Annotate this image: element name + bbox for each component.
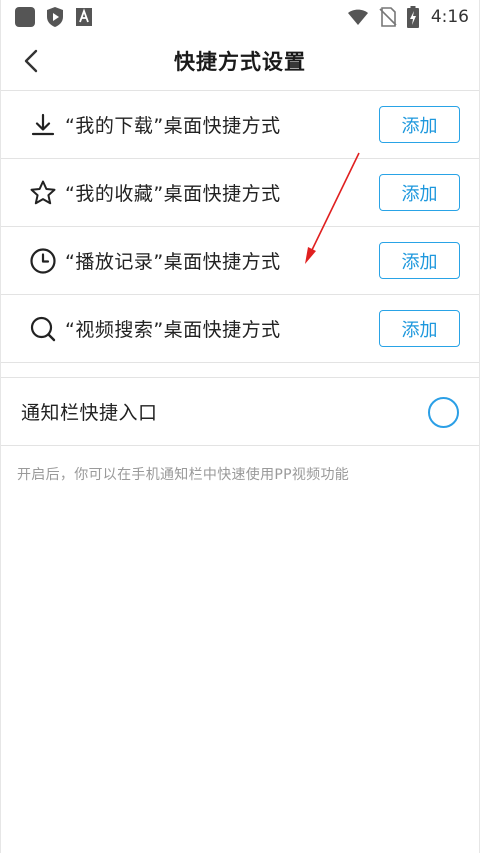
toolbar: 快捷方式设置: [1, 34, 479, 88]
a-box-icon: [76, 8, 92, 26]
shortcut-row-downloads: “我的下载”桌面快捷方式 添加: [1, 91, 479, 158]
status-right: 4:16: [347, 6, 469, 28]
notification-hint: 开启后，你可以在手机通知栏中快速使用PP视频功能: [17, 467, 350, 483]
add-history-shortcut-button[interactable]: 添加: [379, 242, 460, 279]
shortcut-list: “我的下载”桌面快捷方式 添加 “我的收藏”桌面快捷方式 添加 “播放记录”桌面…: [1, 90, 479, 484]
shortcut-label: “播放记录”桌面快捷方式: [65, 251, 281, 273]
add-favorites-shortcut-button[interactable]: 添加: [379, 174, 460, 211]
shortcut-label: “视频搜索”桌面快捷方式: [65, 319, 281, 341]
notification-toggle[interactable]: [428, 397, 459, 428]
shortcut-label: “我的收藏”桌面快捷方式: [65, 183, 281, 205]
status-time: 4:16: [430, 7, 469, 27]
shield-play-icon: [47, 7, 63, 27]
add-downloads-shortcut-button[interactable]: 添加: [379, 106, 460, 143]
download-icon: [29, 111, 57, 139]
page-title: 快捷方式设置: [174, 50, 306, 74]
notification-shortcut-row[interactable]: 通知栏快捷入口: [1, 378, 479, 445]
clock-icon: [29, 247, 57, 275]
shortcut-row-favorites: “我的收藏”桌面快捷方式 添加: [1, 159, 479, 226]
search-icon: [29, 315, 57, 343]
status-left: [15, 6, 93, 28]
shortcut-row-history: “播放记录”桌面快捷方式 添加: [1, 227, 479, 294]
battery-charging-icon: [406, 6, 419, 28]
shortcut-row-search: “视频搜索”桌面快捷方式 添加: [1, 295, 479, 362]
status-bar: 4:16: [1, 0, 479, 34]
back-button[interactable]: [15, 45, 47, 77]
square-app-icon: [15, 7, 35, 27]
no-sim-icon: [379, 7, 397, 27]
star-icon: [29, 179, 57, 207]
add-search-shortcut-button[interactable]: 添加: [379, 310, 460, 347]
wifi-icon: [347, 9, 368, 25]
notification-shortcut-label: 通知栏快捷入口: [21, 402, 158, 424]
chevron-left-icon: [24, 49, 38, 73]
shortcut-label: “我的下载”桌面快捷方式: [65, 115, 281, 137]
